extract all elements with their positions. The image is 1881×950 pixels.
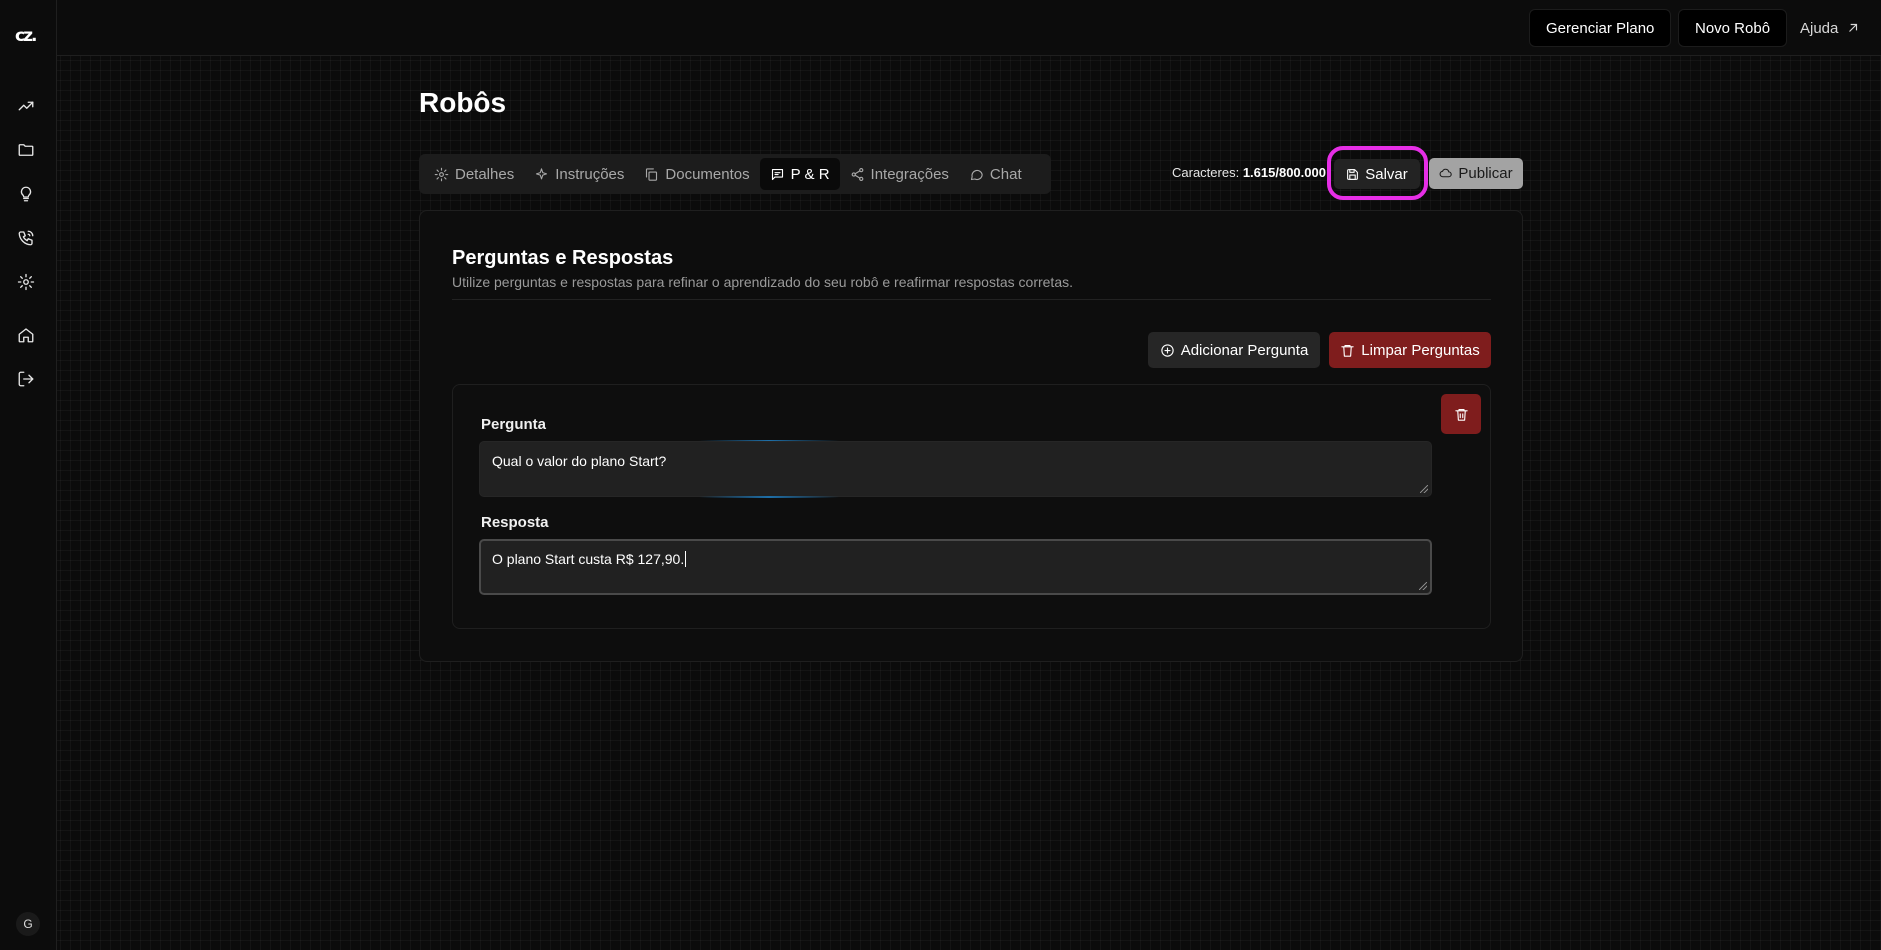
answer-text: O plano Start custa R$ 127,90. xyxy=(492,551,685,567)
add-question-label: Adicionar Pergunta xyxy=(1180,341,1309,359)
copy-icon xyxy=(646,167,658,181)
logout-icon[interactable] xyxy=(14,367,38,391)
answer-textarea[interactable]: O plano Start custa R$ 127,90. xyxy=(479,539,1432,595)
question-textarea[interactable]: Qual o valor do plano Start? xyxy=(479,441,1432,497)
panel-title: Perguntas e Respostas xyxy=(452,247,674,269)
lightbulb-icon[interactable] xyxy=(14,182,38,206)
tab-label: Detalhes xyxy=(455,165,515,183)
tab-chat[interactable]: Chat xyxy=(959,158,1032,190)
help-link[interactable]: Ajuda xyxy=(1800,9,1860,47)
qa-panel: Perguntas e Respostas Utilize perguntas … xyxy=(419,210,1523,662)
text-caret xyxy=(685,551,687,567)
share-icon xyxy=(851,167,863,181)
cloud-icon xyxy=(1439,168,1453,178)
panel-subtitle: Utilize perguntas e respostas para refin… xyxy=(452,274,1073,290)
tab-label: Instruções xyxy=(555,165,625,183)
tab-label: Integrações xyxy=(870,165,949,183)
save-icon xyxy=(1347,168,1359,180)
chat-icon xyxy=(970,169,983,180)
avatar[interactable]: G xyxy=(16,912,40,936)
tab-label: P & R xyxy=(790,165,830,183)
clear-questions-button[interactable]: Limpar Perguntas xyxy=(1329,332,1491,368)
tab-label: Documentos xyxy=(665,165,750,183)
chars-label: Caracteres: xyxy=(1172,165,1240,180)
save-label: Salvar xyxy=(1365,165,1408,183)
new-robot-button[interactable]: Novo Robô xyxy=(1678,9,1788,47)
publish-label: Publicar xyxy=(1458,165,1513,182)
folder-icon[interactable] xyxy=(14,138,38,162)
trending-up-icon[interactable] xyxy=(14,94,38,118)
settings-icon[interactable] xyxy=(14,270,38,294)
sparkles-icon xyxy=(536,167,548,179)
trash-icon xyxy=(1454,408,1468,421)
app-logo[interactable]: cz. xyxy=(15,26,39,46)
answer-label: Resposta xyxy=(481,514,549,531)
tab-documents[interactable]: Documentos xyxy=(634,158,759,190)
plus-circle-icon xyxy=(1161,343,1174,357)
resize-handle[interactable] xyxy=(1419,582,1427,590)
save-button[interactable]: Salvar xyxy=(1334,159,1420,189)
tab-qa[interactable]: P & R xyxy=(759,158,840,190)
tab-label: Chat xyxy=(989,165,1022,183)
delete-qa-button[interactable] xyxy=(1441,394,1481,434)
tab-bar: Detalhes Instruções Documentos P & R Int… xyxy=(419,154,1051,194)
chars-value: 1.615/800.000 xyxy=(1242,165,1326,180)
qa-item: Pergunta Qual o valor do plano Start? Re… xyxy=(452,384,1491,629)
resize-handle[interactable] xyxy=(1420,485,1428,493)
character-counter: Caracteres: 1.615/800.000 xyxy=(1172,165,1326,180)
sidebar: cz. G xyxy=(0,0,57,950)
publish-button[interactable]: Publicar xyxy=(1429,158,1523,189)
external-link-icon xyxy=(1849,23,1858,32)
home-icon[interactable] xyxy=(14,323,38,347)
phone-icon[interactable] xyxy=(14,226,38,250)
tab-details[interactable]: Detalhes xyxy=(424,158,524,190)
focus-glow xyxy=(699,496,839,498)
add-question-button[interactable]: Adicionar Pergunta xyxy=(1148,332,1320,368)
question-label: Pergunta xyxy=(481,416,547,433)
help-label: Ajuda xyxy=(1800,19,1839,37)
trash-icon xyxy=(1341,344,1354,357)
divider xyxy=(452,299,1491,300)
message-icon xyxy=(771,168,783,180)
clear-questions-label: Limpar Perguntas xyxy=(1361,341,1480,359)
gear-icon xyxy=(434,167,449,181)
tab-integrations[interactable]: Integrações xyxy=(840,158,959,190)
page-title: Robôs xyxy=(419,87,507,118)
question-text: Qual o valor do plano Start? xyxy=(492,453,667,469)
tab-instructions[interactable]: Instruções xyxy=(524,158,634,190)
manage-plan-button[interactable]: Gerenciar Plano xyxy=(1529,9,1672,47)
